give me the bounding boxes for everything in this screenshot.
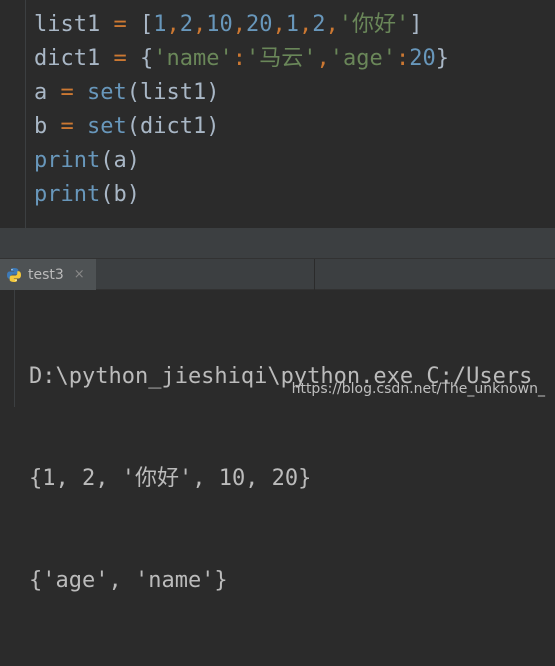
code-token: ,: [166, 12, 180, 37]
code-token: set: [87, 114, 127, 139]
code-token: (b): [100, 182, 140, 207]
code-line[interactable]: print(a): [34, 144, 449, 178]
run-tab-bar: test3 ×: [0, 258, 555, 291]
code-editor[interactable]: list1 = [1,2,10,20,1,2,'你好'] dict1 = {'na…: [0, 0, 555, 228]
panel-divider: [0, 228, 555, 258]
code-area[interactable]: list1 = [1,2,10,20,1,2,'你好'] dict1 = {'na…: [34, 8, 449, 212]
code-token: :: [232, 46, 246, 71]
code-token: b: [34, 114, 48, 139]
run-tab-label: test3: [28, 266, 64, 283]
console-line: {'age', 'name'}: [29, 568, 228, 593]
code-token: ,: [192, 12, 207, 37]
code-token: }: [435, 46, 449, 71]
editor-gutter: [25, 0, 26, 228]
code-token: (a): [100, 148, 140, 173]
code-token: list1: [34, 12, 101, 37]
code-line[interactable]: print(b): [34, 178, 449, 212]
code-token: (list1): [126, 80, 220, 105]
code-line[interactable]: dict1 = {'name':'马云','age':20}: [34, 42, 449, 76]
code-token: =: [47, 80, 87, 105]
code-token: a: [34, 80, 48, 105]
code-token: ,: [298, 12, 313, 37]
code-token: 1: [285, 12, 299, 37]
watermark: https://blog.csdn.net/The_unknown_: [291, 381, 545, 397]
code-token: print: [34, 148, 101, 173]
tab-test3[interactable]: test3 ×: [0, 259, 96, 290]
code-token: 10: [206, 12, 233, 37]
code-token: ,: [232, 12, 246, 37]
code-token: '你好': [338, 12, 410, 37]
code-token: 2: [179, 12, 193, 37]
code-token: [: [139, 12, 154, 37]
code-token: =: [47, 114, 87, 139]
tab-separator: [314, 259, 315, 291]
python-icon: [7, 267, 21, 282]
code-token: '马云': [245, 46, 317, 71]
code-token: {: [139, 46, 154, 71]
code-line[interactable]: b = set(dict1): [34, 110, 449, 144]
code-token: set: [87, 80, 127, 105]
run-console[interactable]: D:\python_jieshiqi\python.exe C:/Users {…: [0, 290, 555, 593]
code-line[interactable]: a = set(list1): [34, 76, 449, 110]
code-token: =: [100, 46, 140, 71]
code-token: ,: [272, 12, 286, 37]
code-token: ]: [409, 12, 423, 37]
code-line[interactable]: list1 = [1,2,10,20,1,2,'你好']: [34, 8, 449, 42]
code-token: 2: [312, 12, 326, 37]
console-gutter: [14, 290, 15, 407]
code-token: 'name': [153, 46, 233, 71]
code-token: dict1: [34, 46, 101, 71]
code-token: 'age': [329, 46, 396, 71]
code-token: ,: [316, 46, 330, 71]
close-icon[interactable]: ×: [74, 267, 85, 282]
code-token: ,: [325, 12, 339, 37]
code-token: 20: [409, 46, 436, 71]
console-output: D:\python_jieshiqi\python.exe C:/Users {…: [29, 292, 532, 666]
console-line: {1, 2, '你好', 10, 20}: [29, 466, 312, 491]
code-token: print: [34, 182, 101, 207]
code-token: :: [395, 46, 410, 71]
code-token: 1: [153, 12, 167, 37]
code-token: =: [100, 12, 140, 37]
code-token: 20: [245, 12, 273, 37]
code-token: (dict1): [126, 114, 220, 139]
